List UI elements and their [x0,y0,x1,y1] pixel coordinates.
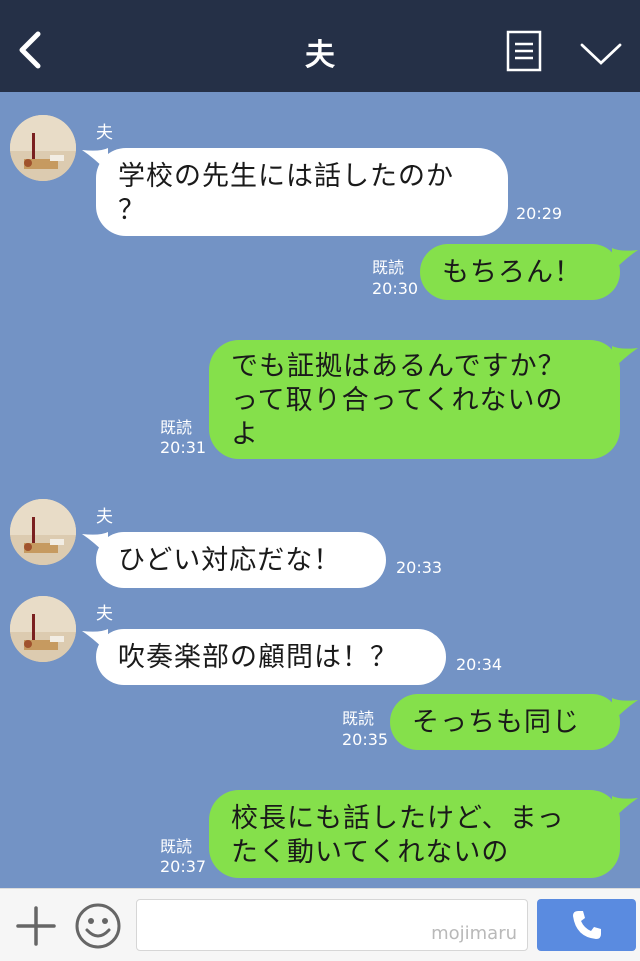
read-receipt: 既読 [372,258,405,277]
sender-name: 夫 [96,507,113,527]
plus-icon[interactable] [14,904,58,948]
bubble-tail [612,796,638,820]
timestamp: 20:34 [456,655,503,674]
bubble-tail [612,346,638,370]
chevron-down-icon[interactable] [580,42,622,66]
sender-name: 夫 [96,604,113,624]
message-bubble[interactable]: もちろん！ [420,244,620,300]
timestamp: 20:33 [396,558,443,577]
avatar[interactable] [10,596,76,662]
read-receipt: 既読 [342,709,375,728]
avatar[interactable] [10,499,76,565]
timestamp: 20:31 [160,438,207,457]
chat-title: 夫 [305,38,335,73]
timestamp: 20:29 [516,204,563,223]
message-input[interactable]: mojimaru [136,899,528,951]
avatar-photo [10,596,76,662]
message-bubble[interactable]: でも証拠はあるんですか？ って取り合ってくれないの よ [209,340,620,459]
timestamp: 20:35 [342,730,389,749]
watermark: mojimaru [431,923,517,944]
sender-name: 夫 [96,123,113,143]
smiley-icon[interactable] [74,902,122,950]
read-receipt: 既読 [160,418,193,437]
timestamp: 20:37 [160,857,207,876]
avatar[interactable] [10,115,76,181]
message-bubble[interactable]: 学校の先生には話したのか ？ [96,148,508,236]
message-bubble[interactable]: 吹奏楽部の顧問は！？ [96,629,446,685]
message-bubble[interactable]: そっちも同じ [390,694,620,750]
avatar-photo [10,115,76,181]
menu-icon[interactable] [506,30,542,72]
bubble-tail [612,698,638,722]
message-bubble[interactable]: 校長にも話したけど、まっ たく動いてくれないの [209,790,620,878]
input-bar: mojimaru [0,888,640,961]
message-bubble[interactable]: ひどい対応だな！ [96,532,386,588]
read-receipt: 既読 [160,837,193,856]
call-button[interactable] [537,899,636,951]
phone-icon [573,911,601,939]
chat-header: 夫 [0,0,640,92]
timestamp: 20:30 [372,279,419,298]
avatar-photo [10,499,76,565]
message-list[interactable]: 夫 学校の先生には話したのか ？ 20:29 既読 20:30 もちろん！ 既読… [0,92,640,888]
bubble-tail [612,248,638,272]
